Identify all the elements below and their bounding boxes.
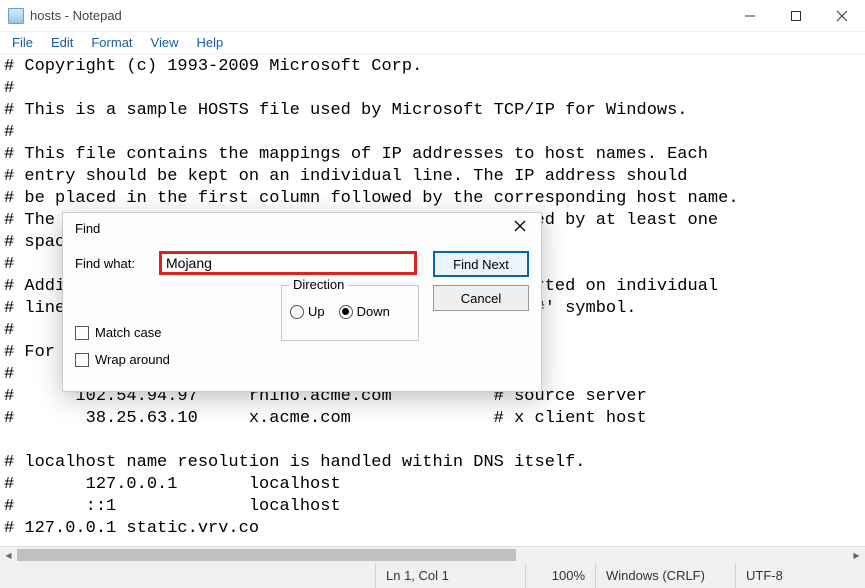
window-controls [727, 0, 865, 31]
find-titlebar: Find [63, 213, 541, 243]
titlebar: hosts - Notepad [0, 0, 865, 32]
notepad-icon [8, 8, 24, 24]
radio-icon [290, 305, 304, 319]
scroll-track[interactable] [17, 547, 848, 563]
horizontal-scrollbar[interactable] [0, 546, 865, 563]
menu-format[interactable]: Format [83, 33, 140, 52]
status-line-ending: Windows (CRLF) [595, 563, 735, 588]
maximize-button[interactable] [773, 0, 819, 32]
menu-file[interactable]: File [4, 33, 41, 52]
menubar: File Edit Format View Help [0, 32, 865, 54]
statusbar: Ln 1, Col 1 100% Windows (CRLF) UTF-8 [0, 563, 865, 588]
find-what-input[interactable] [159, 251, 417, 275]
find-next-button[interactable]: Find Next [433, 251, 529, 277]
minimize-button[interactable] [727, 0, 773, 32]
wrap-around-checkbox[interactable]: Wrap around [75, 352, 170, 367]
direction-legend: Direction [289, 277, 348, 292]
radio-checked-icon [339, 305, 353, 319]
status-spacer [0, 563, 375, 588]
direction-group: Up Down [281, 285, 419, 341]
wrap-around-label: Wrap around [95, 352, 170, 367]
direction-up-label: Up [308, 304, 325, 319]
direction-up-radio[interactable]: Up [290, 304, 325, 319]
scroll-left-arrow-icon[interactable] [0, 547, 17, 564]
window-title: hosts - Notepad [30, 8, 727, 23]
match-case-checkbox[interactable]: Match case [75, 325, 170, 340]
find-close-button[interactable] [505, 219, 535, 237]
find-body: Find what: Up Down Direction Match case [63, 243, 541, 293]
direction-down-label: Down [357, 304, 390, 319]
direction-down-radio[interactable]: Down [339, 304, 390, 319]
cancel-button[interactable]: Cancel [433, 285, 529, 311]
checkbox-icon [75, 353, 89, 367]
find-dialog-title: Find [75, 221, 505, 236]
scroll-thumb[interactable] [17, 549, 516, 561]
status-line-col: Ln 1, Col 1 [375, 563, 525, 588]
find-what-label: Find what: [75, 256, 159, 271]
status-zoom: 100% [525, 563, 595, 588]
menu-view[interactable]: View [143, 33, 187, 52]
menu-edit[interactable]: Edit [43, 33, 81, 52]
match-case-label: Match case [95, 325, 161, 340]
checkbox-icon [75, 326, 89, 340]
close-button[interactable] [819, 0, 865, 32]
scroll-right-arrow-icon[interactable] [848, 547, 865, 564]
find-dialog: Find Find what: Up Down Direction [62, 212, 542, 392]
status-encoding: UTF-8 [735, 563, 865, 588]
menu-help[interactable]: Help [188, 33, 231, 52]
